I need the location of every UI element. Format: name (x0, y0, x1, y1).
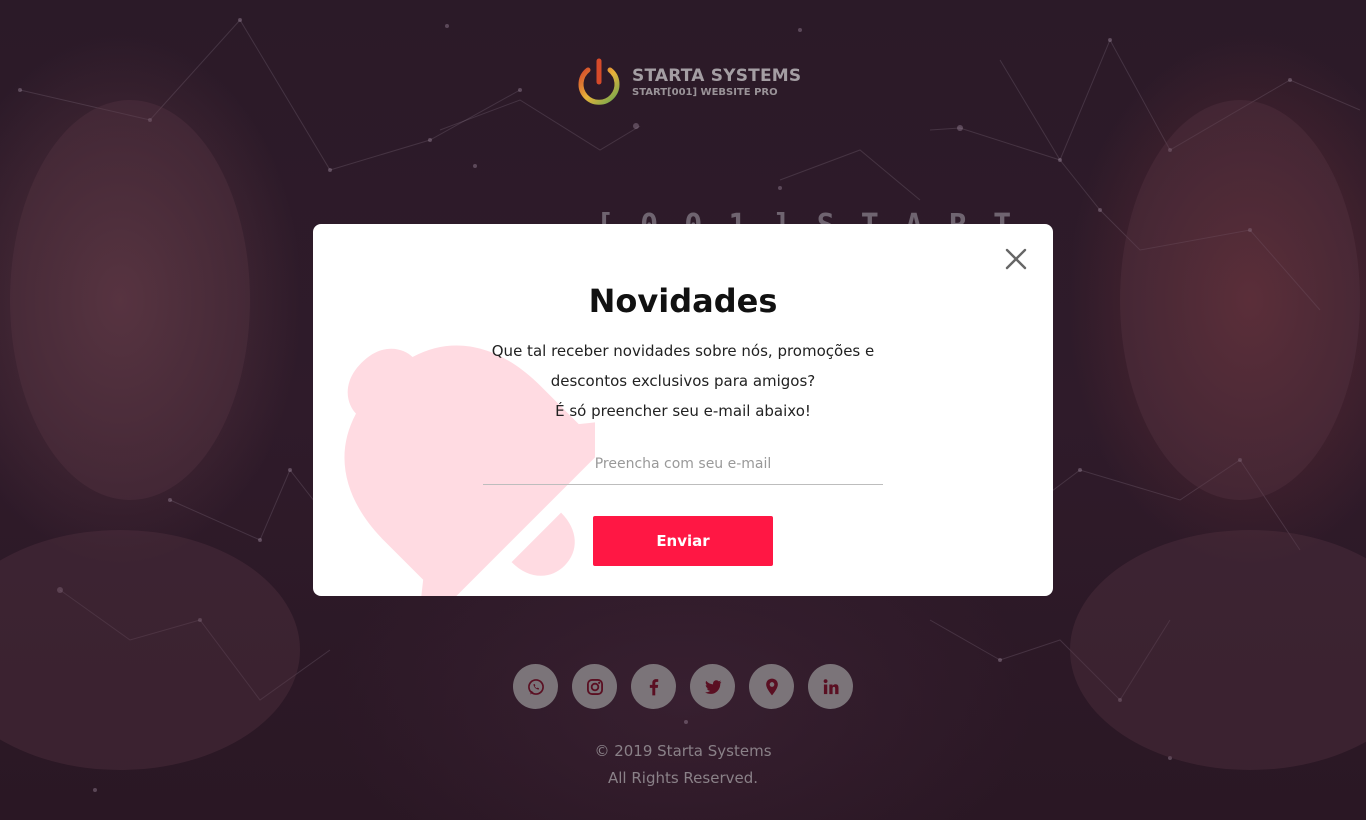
modal-message-line-3: É só preencher seu e-mail abaixo! (555, 402, 811, 420)
twitter-button[interactable] (690, 664, 735, 709)
email-input[interactable] (483, 444, 883, 485)
instagram-icon (586, 678, 603, 695)
instagram-button[interactable] (572, 664, 617, 709)
modal-message: Que tal receber novidades sobre nós, pro… (463, 336, 903, 426)
whatsapp-icon (527, 678, 544, 695)
location-button[interactable] (749, 664, 794, 709)
modal-message-line-1: Que tal receber novidades sobre nós, pro… (491, 342, 875, 360)
map-pin-icon (765, 678, 778, 695)
whatsapp-button[interactable] (513, 664, 558, 709)
modal-message-line-2: descontos exclusivos para amigos? (550, 372, 816, 390)
linkedin-button[interactable] (808, 664, 853, 709)
facebook-icon (649, 678, 658, 695)
linkedin-icon (823, 678, 838, 694)
newsletter-modal: Novidades Que tal receber novidades sobr… (313, 224, 1053, 596)
modal-title: Novidades (588, 282, 778, 320)
close-icon[interactable] (1003, 246, 1029, 272)
footer-copyright: © 2019 Starta Systems (594, 742, 772, 760)
send-button[interactable]: Enviar (593, 516, 773, 566)
social-links (513, 664, 858, 710)
footer-rights: All Rights Reserved. (607, 769, 759, 787)
twitter-icon (704, 679, 721, 694)
facebook-button[interactable] (631, 664, 676, 709)
